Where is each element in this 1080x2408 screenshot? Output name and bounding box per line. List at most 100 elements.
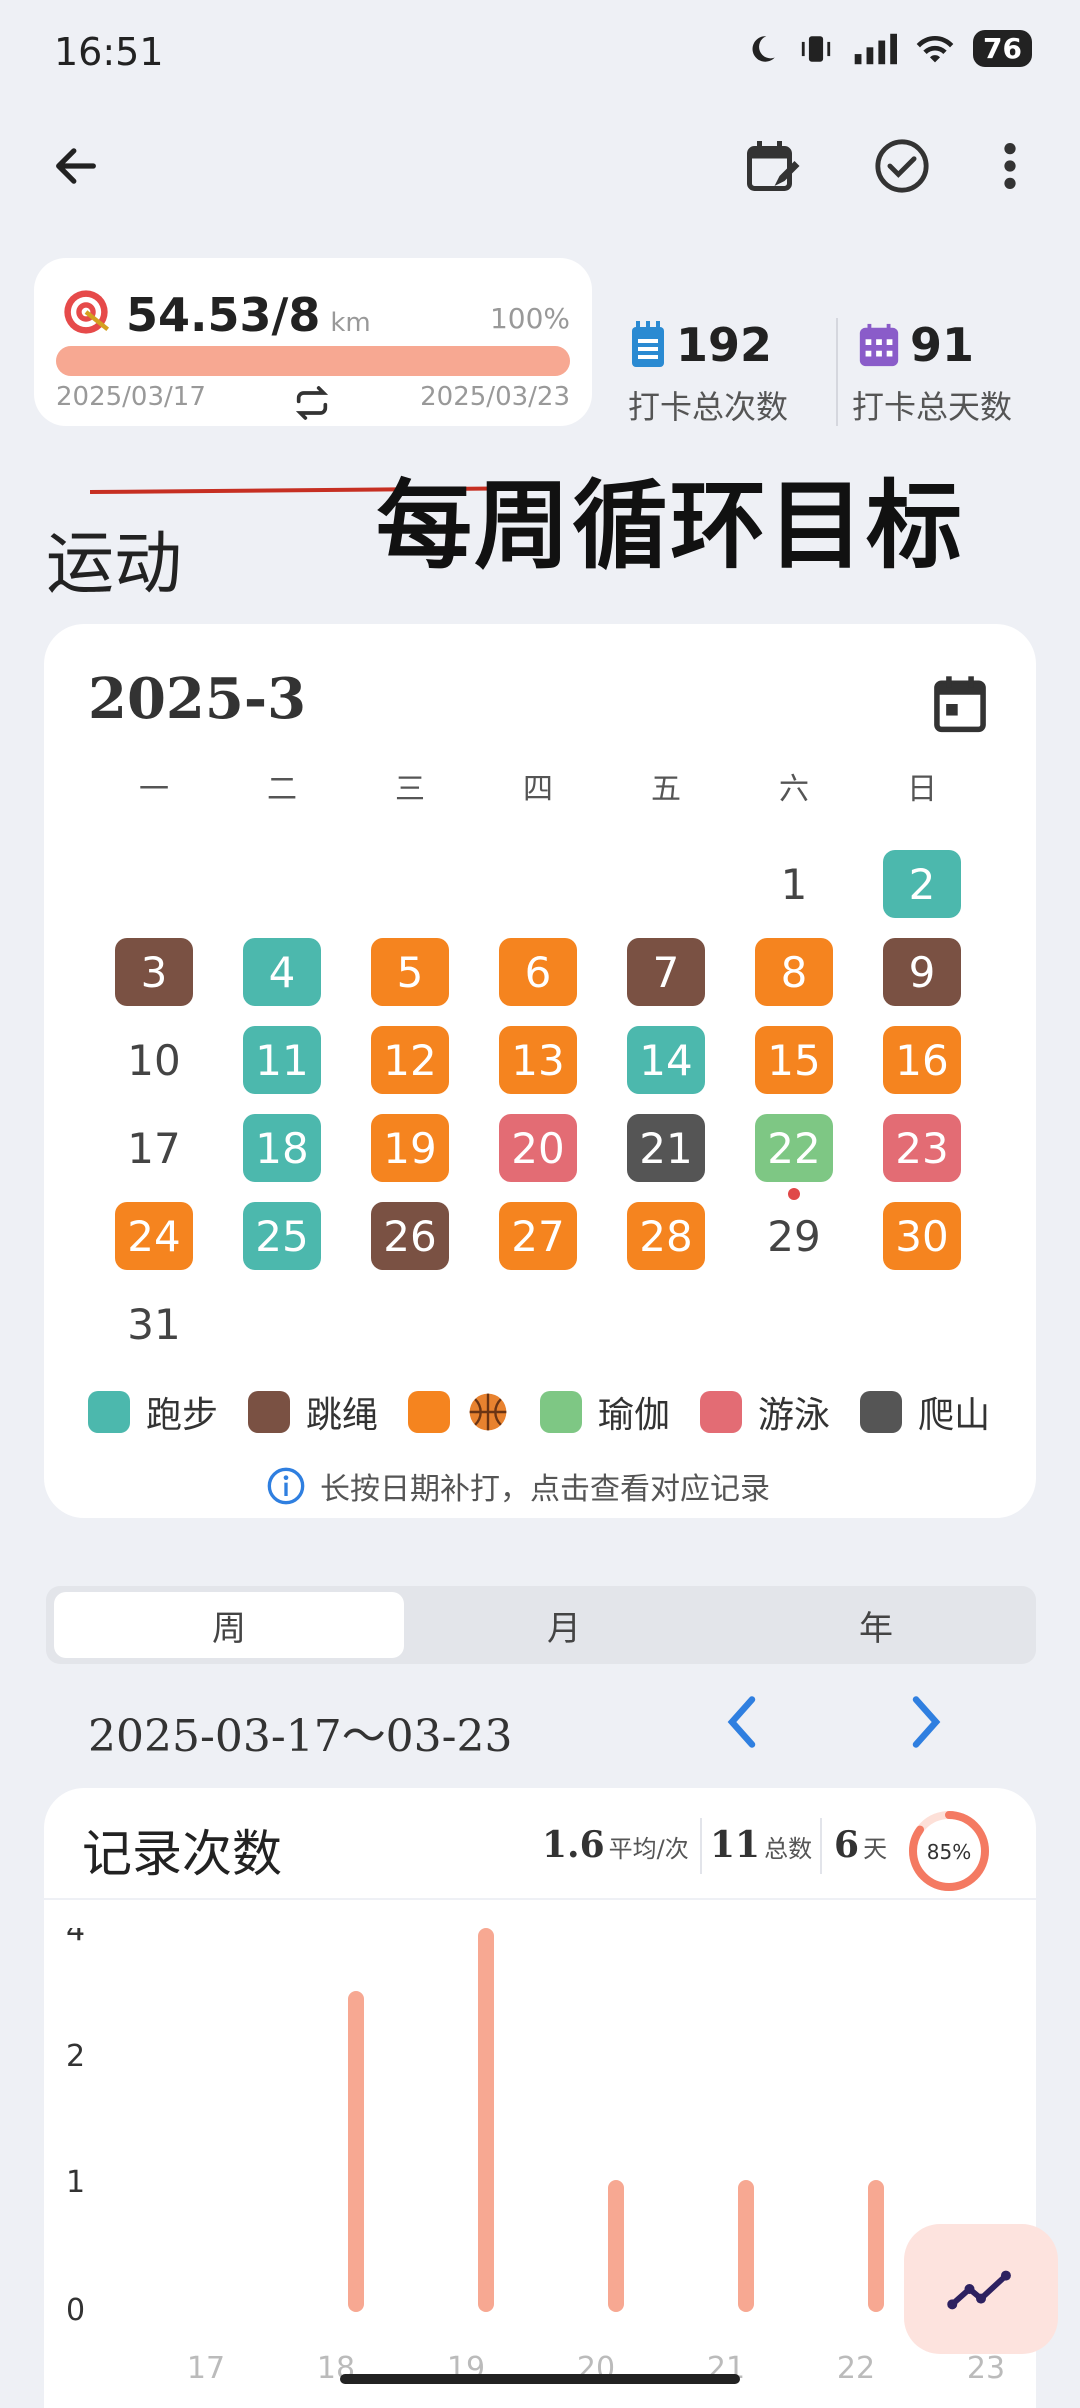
goal-value: 54.53/8 km bbox=[126, 288, 371, 342]
calendar-day[interactable]: 7 bbox=[627, 938, 705, 1006]
hint-text: 长按日期补打，点击查看对应记录 bbox=[266, 1464, 770, 1508]
prev-week-button[interactable] bbox=[722, 1692, 762, 1767]
legend-item: 跑步 bbox=[88, 1386, 218, 1438]
moon-icon bbox=[752, 35, 775, 62]
tab-year[interactable]: 年 bbox=[726, 1592, 1026, 1658]
more-menu-button[interactable] bbox=[980, 126, 1040, 206]
legend-item bbox=[408, 1386, 510, 1438]
calendar-day[interactable]: 21 bbox=[627, 1114, 705, 1182]
calendar-day[interactable]: 11 bbox=[243, 1026, 321, 1094]
calendar-day[interactable]: 10 bbox=[115, 1026, 193, 1094]
trend-line-icon bbox=[947, 2270, 1011, 2310]
date-range: 2025-03-17～03-23 bbox=[88, 1711, 513, 1762]
calendar-month: 2025-3 bbox=[88, 666, 307, 732]
calendar-day[interactable]: 9 bbox=[883, 938, 961, 1006]
tab-month[interactable]: 月 bbox=[404, 1592, 724, 1658]
total-days-value: 91 bbox=[910, 318, 975, 372]
calendar-day[interactable]: 8 bbox=[755, 938, 833, 1006]
calendar-day[interactable]: 20 bbox=[499, 1114, 577, 1182]
calendar-day[interactable]: 22 bbox=[755, 1114, 833, 1182]
goal-progress-fill bbox=[56, 346, 570, 376]
legend-swatch bbox=[700, 1391, 743, 1433]
next-week-button[interactable] bbox=[906, 1692, 946, 1767]
calendar-day[interactable]: 28 bbox=[627, 1202, 705, 1270]
check-circle-icon bbox=[875, 139, 929, 193]
edit-calendar-button[interactable] bbox=[732, 126, 812, 206]
calendar-day[interactable]: 14 bbox=[627, 1026, 705, 1094]
calendar-day[interactable]: 24 bbox=[115, 1202, 193, 1270]
records-card: 记录次数 1.6 平均/次 11 总数 6天 85% 0 1 2 4 17 18 19 20 21 2… bbox=[44, 1788, 1036, 2408]
stat-separator bbox=[700, 1818, 702, 1874]
tab-week[interactable]: 周 bbox=[54, 1592, 404, 1658]
notepad-icon bbox=[632, 321, 664, 367]
calendar-day[interactable]: 29 bbox=[755, 1202, 833, 1270]
annotation-text: 每周循环目标 bbox=[376, 470, 964, 582]
records-title: 记录次数 bbox=[82, 1825, 282, 1883]
calendar-edit-icon bbox=[747, 141, 800, 191]
x-tick-label: 22 bbox=[837, 2351, 875, 2386]
legend-label: 跑步 bbox=[146, 1395, 219, 1436]
check-button[interactable] bbox=[862, 126, 942, 206]
bar[interactable] bbox=[868, 2180, 884, 2312]
calendar-day[interactable]: 26 bbox=[371, 1202, 449, 1270]
total-stat: 11 总数 bbox=[710, 1824, 813, 1866]
calendar-day[interactable]: 31 bbox=[115, 1290, 193, 1358]
calendar-day[interactable]: 3 bbox=[115, 938, 193, 1006]
legend-item: 游泳 bbox=[700, 1386, 830, 1438]
legend-label: 游泳 bbox=[758, 1395, 831, 1436]
y-tick-label: 0 bbox=[66, 2293, 85, 2328]
bar[interactable] bbox=[478, 1928, 494, 2312]
bar[interactable] bbox=[738, 2180, 754, 2312]
calendar-day[interactable]: 4 bbox=[243, 938, 321, 1006]
total-checkins-value: 192 bbox=[676, 318, 773, 372]
calendar-day[interactable]: 2 bbox=[883, 850, 961, 918]
calendar-day[interactable]: 12 bbox=[371, 1026, 449, 1094]
calendar-day[interactable]: 1 bbox=[755, 850, 833, 918]
status-icons: 76 bbox=[745, 30, 1032, 67]
goal-end-date: 2025/03/23 bbox=[420, 382, 570, 412]
calendar-day[interactable]: 13 bbox=[499, 1026, 577, 1094]
weekly-goal-card[interactable]: 54.53/8 km 100% 2025/03/17 2025/03/23 bbox=[34, 258, 592, 426]
calendar-day[interactable]: 18 bbox=[243, 1114, 321, 1182]
status-time: 16:51 bbox=[54, 30, 164, 74]
calendar-picker-icon[interactable] bbox=[932, 674, 988, 734]
legend-label: 爬山 bbox=[918, 1395, 991, 1436]
records-bar-chart: 012417 18 19 20 21 22 23 bbox=[66, 1928, 1005, 2386]
goal-progress-bar bbox=[56, 346, 570, 376]
ring-percent: 85% bbox=[927, 1840, 971, 1864]
vibrate-icon bbox=[801, 35, 831, 62]
bar[interactable] bbox=[348, 1991, 364, 2312]
chevron-right-icon bbox=[912, 1696, 941, 1748]
calendar-day[interactable]: 19 bbox=[371, 1114, 449, 1182]
stats-divider bbox=[836, 318, 838, 426]
bar[interactable] bbox=[608, 2180, 624, 2312]
calendar-day[interactable]: 27 bbox=[499, 1202, 577, 1270]
calendar-day[interactable]: 5 bbox=[371, 938, 449, 1006]
legend-item: 跳绳 bbox=[248, 1386, 378, 1438]
info-icon bbox=[267, 1467, 305, 1505]
back-button[interactable] bbox=[36, 126, 116, 206]
today-dot bbox=[788, 1188, 800, 1200]
wifi-icon bbox=[916, 35, 954, 62]
calendar-day[interactable]: 16 bbox=[883, 1026, 961, 1094]
legend-item: 瑜伽 bbox=[540, 1386, 670, 1438]
calendar-day[interactable]: 17 bbox=[115, 1114, 193, 1182]
goal-percent: 100% bbox=[489, 302, 570, 335]
weekday-label: 五 bbox=[651, 772, 681, 807]
weekday-label: 二 bbox=[267, 772, 297, 807]
calendar-day[interactable]: 25 bbox=[243, 1202, 321, 1270]
x-tick-label: 17 bbox=[187, 2351, 225, 2386]
calendar-day[interactable]: 6 bbox=[499, 938, 577, 1006]
total-days-stat: 91 bbox=[856, 318, 974, 372]
total-days-label: 打卡总天数 bbox=[852, 388, 1013, 426]
weekday-label: 四 bbox=[523, 772, 553, 807]
legend-label: 瑜伽 bbox=[598, 1395, 671, 1436]
calendar-day[interactable]: 15 bbox=[755, 1026, 833, 1094]
chevron-left-icon bbox=[727, 1696, 756, 1748]
calendar-day[interactable]: 23 bbox=[883, 1114, 961, 1182]
trend-fab[interactable] bbox=[904, 2224, 1058, 2354]
legend-swatch bbox=[540, 1391, 583, 1433]
legend-swatch bbox=[408, 1391, 451, 1433]
calendar-day[interactable]: 30 bbox=[883, 1202, 961, 1270]
total-checkins-stat: 192 bbox=[628, 318, 772, 372]
